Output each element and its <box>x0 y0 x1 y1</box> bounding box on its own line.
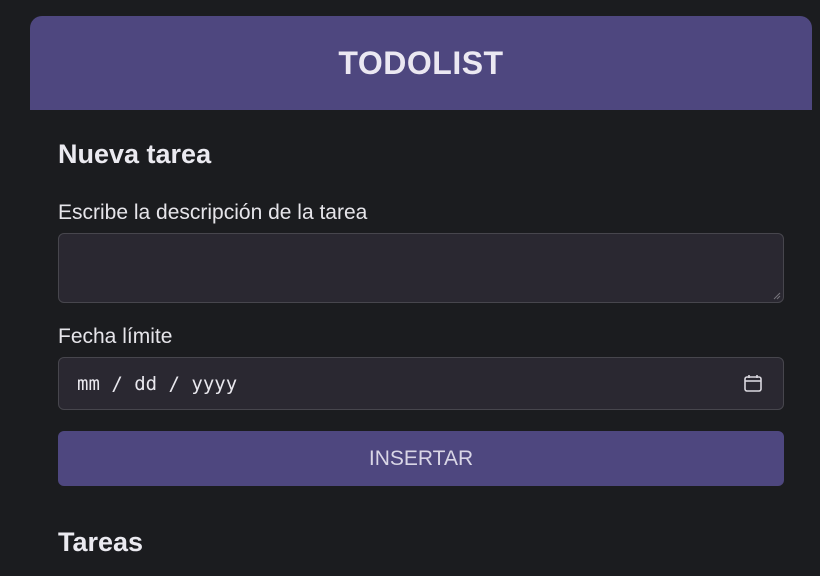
insert-button[interactable]: INSERTAR <box>58 431 784 486</box>
due-date-placeholder: mm / dd / yyyy <box>77 372 238 395</box>
resize-grip-icon[interactable] <box>773 292 781 300</box>
new-task-heading: Nueva tarea <box>58 139 212 169</box>
app-header: TODOLIST <box>30 16 812 110</box>
calendar-icon[interactable] <box>743 373 763 393</box>
tasks-heading: Tareas <box>58 527 144 557</box>
description-label: Escribe la descripción de la tarea <box>58 201 368 224</box>
description-textarea[interactable] <box>58 233 784 303</box>
app-title: TODOLIST <box>338 44 504 81</box>
due-date-input[interactable]: mm / dd / yyyy <box>58 357 784 410</box>
due-date-label: Fecha límite <box>58 325 173 348</box>
todolist-card: TODOLIST Nueva tarea Escribe la descripc… <box>30 16 812 576</box>
